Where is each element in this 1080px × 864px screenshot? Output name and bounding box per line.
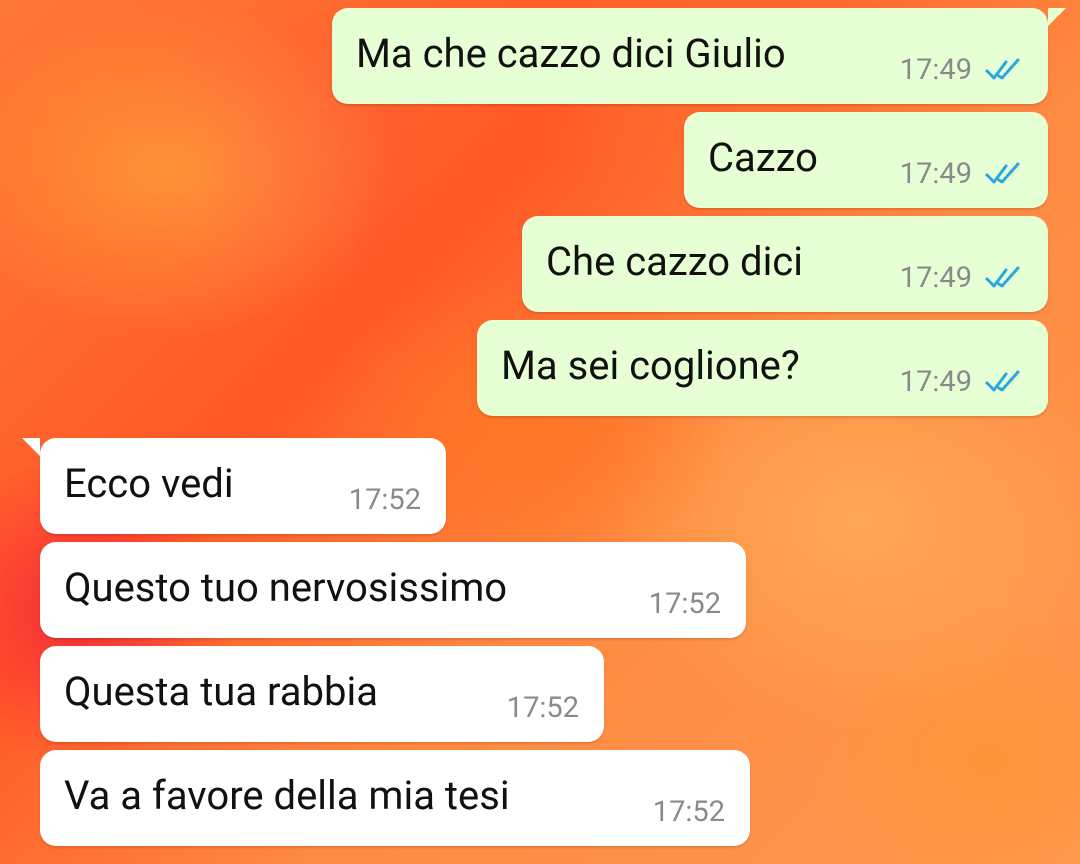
message-text: Che cazzo dici	[546, 238, 803, 285]
message-meta: 17:49	[900, 156, 1024, 192]
message-bubble-outgoing[interactable]: Ma sei coglione? 17:49	[477, 320, 1048, 416]
message-meta: 17:52	[507, 690, 579, 726]
message-meta: 17:52	[649, 586, 721, 622]
message-timestamp: 17:52	[648, 587, 721, 621]
message-bubble-incoming[interactable]: Ecco vedi 17:52	[22, 438, 446, 534]
double-check-icon	[985, 162, 1020, 184]
message-bubble-outgoing[interactable]: Cazzo 17:49	[684, 112, 1048, 208]
message-bubble-outgoing[interactable]: Che cazzo dici 17:49	[522, 216, 1048, 312]
message-timestamp: 17:49	[899, 365, 972, 399]
message-text: Cazzo	[708, 134, 818, 181]
chat-message-list[interactable]: Ma che cazzo dici Giulio 17:49 Cazzo 17:…	[0, 0, 1080, 864]
double-check-icon	[985, 370, 1020, 392]
double-check-icon	[985, 266, 1020, 288]
message-meta: 17:49	[900, 260, 1024, 296]
message-timestamp: 17:49	[899, 261, 972, 295]
message-meta: 17:49	[900, 52, 1024, 88]
message-text: Ma che cazzo dici Giulio	[356, 30, 786, 77]
message-bubble-incoming[interactable]: Va a favore della mia tesi 17:52	[40, 750, 750, 846]
message-timestamp: 17:52	[506, 691, 579, 725]
message-bubble-incoming[interactable]: Questo tuo nervosissimo 17:52	[40, 542, 746, 638]
message-timestamp: 17:52	[652, 795, 725, 829]
message-text: Questo tuo nervosissimo	[64, 564, 508, 611]
message-timestamp: 17:49	[899, 53, 972, 87]
message-text: Questa tua rabbia	[64, 668, 378, 715]
message-bubble-outgoing[interactable]: Ma che cazzo dici Giulio 17:49	[332, 8, 1066, 104]
message-meta: 17:49	[900, 364, 1024, 400]
message-text: Va a favore della mia tesi	[64, 772, 510, 819]
message-meta: 17:52	[349, 482, 421, 518]
message-timestamp: 17:49	[899, 157, 972, 191]
message-meta: 17:52	[653, 794, 725, 830]
double-check-icon	[985, 58, 1020, 80]
message-timestamp: 17:52	[348, 483, 421, 517]
message-text: Ecco vedi	[64, 460, 234, 507]
bubble-tail	[1048, 8, 1066, 26]
message-bubble-incoming[interactable]: Questa tua rabbia 17:52	[40, 646, 604, 742]
message-text: Ma sei coglione?	[501, 342, 800, 389]
bubble-tail	[22, 438, 40, 456]
